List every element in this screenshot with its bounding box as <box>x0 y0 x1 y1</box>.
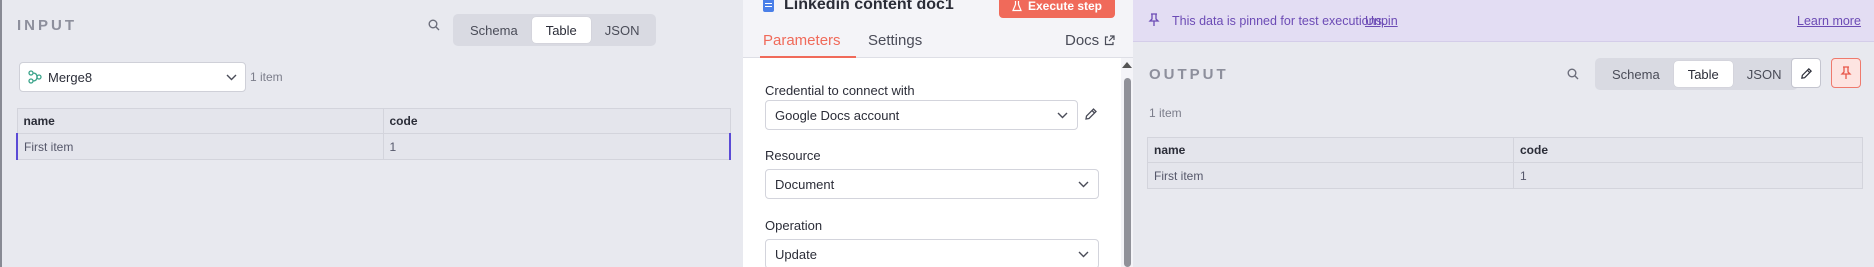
scroll-thumb[interactable] <box>1124 78 1131 267</box>
table-row[interactable]: First item 1 <box>1147 162 1863 189</box>
pinned-message: This data is pinned for test executions. <box>1172 14 1386 28</box>
credential-value: Google Docs account <box>775 107 900 123</box>
execute-step-label: Execute step <box>1027 0 1103 13</box>
execute-step-button[interactable]: Execute step <box>999 0 1115 18</box>
flask-icon <box>1012 1 1022 12</box>
pin-icon <box>1840 66 1852 79</box>
column-header-name[interactable]: name <box>16 108 384 134</box>
table-cell[interactable]: 1 <box>382 133 731 160</box>
pin-icon <box>1148 13 1160 26</box>
edit-output-button[interactable] <box>1791 58 1821 88</box>
input-node-select[interactable]: Merge8 <box>19 62 246 92</box>
doc-icon <box>763 0 774 12</box>
tab-settings[interactable]: Settings <box>868 32 922 49</box>
chevron-down-icon <box>226 74 237 80</box>
unpin-link[interactable]: Unpin <box>1365 14 1398 28</box>
search-icon <box>428 19 440 31</box>
output-view-table[interactable]: Table <box>1673 61 1733 87</box>
input-search-button[interactable] <box>423 14 445 36</box>
input-items-count: 1 item <box>250 70 283 84</box>
table-cell[interactable]: 1 <box>1513 162 1863 189</box>
operation-label: Operation <box>765 218 823 233</box>
parameter-tabs: Parameters Settings Docs <box>743 25 1133 58</box>
resource-value: Document <box>775 176 835 192</box>
table-cell[interactable]: First item <box>16 133 384 160</box>
table-header-row: name code <box>16 108 731 134</box>
table-cell[interactable]: First item <box>1147 162 1514 189</box>
output-view-json[interactable]: JSON <box>1733 61 1796 87</box>
docs-link[interactable]: Docs <box>1065 32 1115 49</box>
output-items-count: 1 item <box>1149 106 1182 120</box>
node-title[interactable]: Linkedin content doc1 <box>763 0 954 14</box>
node-parameters-panel: Linkedin content doc1 Execute step Param… <box>743 0 1133 267</box>
credential-label: Credential to connect with <box>765 83 915 98</box>
parameters-form: Credential to connect with Google Docs a… <box>743 58 1121 267</box>
learn-more-link[interactable]: Learn more <box>1797 14 1861 28</box>
node-title-text: Linkedin content doc1 <box>784 0 954 13</box>
chevron-down-icon <box>1057 112 1068 118</box>
external-link-icon <box>1105 35 1115 46</box>
operation-value: Update <box>775 246 817 262</box>
pencil-icon <box>1800 67 1812 79</box>
pinned-data-banner: This data is pinned for test executions.… <box>1133 0 1874 42</box>
pencil-icon <box>1085 108 1097 120</box>
node-branch-icon <box>28 70 42 84</box>
input-node-select-value: Merge8 <box>48 69 93 85</box>
chevron-down-icon <box>1078 181 1089 187</box>
scroll-up-arrow[interactable] <box>1122 62 1132 68</box>
output-title: OUTPUT <box>1149 66 1229 83</box>
resource-select[interactable]: Document <box>765 169 1099 199</box>
output-search-button[interactable] <box>1562 63 1584 85</box>
pin-data-button[interactable] <box>1831 58 1861 88</box>
operation-select[interactable]: Update <box>765 239 1099 267</box>
tab-parameters[interactable]: Parameters <box>763 32 841 49</box>
column-header-code[interactable]: code <box>382 108 731 134</box>
search-icon <box>1567 68 1579 80</box>
table-row[interactable]: First item 1 <box>16 133 731 160</box>
edit-credential-button[interactable] <box>1084 107 1098 124</box>
input-view-schema[interactable]: Schema <box>456 17 532 43</box>
chevron-down-icon <box>1078 251 1089 257</box>
input-view-json[interactable]: JSON <box>591 17 654 43</box>
input-panel: INPUT Schema Table JSON Merge8 1 item na… <box>2 0 743 267</box>
docs-label: Docs <box>1065 32 1100 49</box>
input-view-table[interactable]: Table <box>531 17 591 43</box>
output-view-switcher: Schema Table JSON <box>1595 58 1799 90</box>
input-view-switcher: Schema Table JSON <box>453 14 657 46</box>
column-header-name[interactable]: name <box>1147 137 1514 163</box>
input-title: INPUT <box>17 17 77 34</box>
input-table: name code First item 1 <box>16 108 731 160</box>
output-view-schema[interactable]: Schema <box>1598 61 1674 87</box>
column-header-code[interactable]: code <box>1513 137 1863 163</box>
resource-label: Resource <box>765 148 821 163</box>
output-table: name code First item 1 <box>1147 137 1863 189</box>
credential-select[interactable]: Google Docs account <box>765 100 1078 130</box>
table-header-row: name code <box>1147 137 1863 163</box>
output-panel: This data is pinned for test executions.… <box>1133 0 1874 267</box>
